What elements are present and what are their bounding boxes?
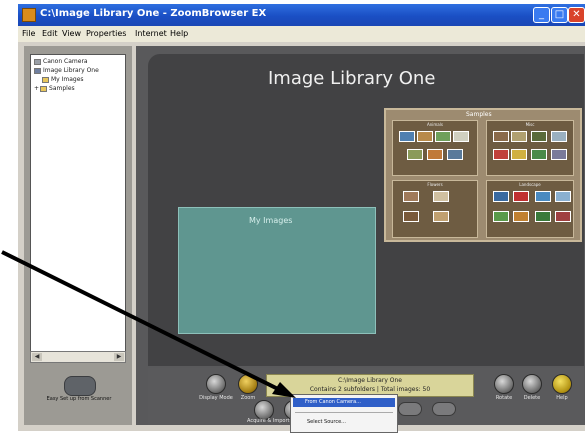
tree-item-my-images[interactable]: My Images xyxy=(42,76,84,84)
menu-file[interactable]: File xyxy=(22,29,35,38)
subfolder-label: Misc xyxy=(525,122,535,127)
thumbnail[interactable] xyxy=(403,191,419,202)
thumbnail[interactable] xyxy=(535,211,551,222)
thumbnail[interactable] xyxy=(511,131,527,142)
tree-item-camera[interactable]: Canon Camera xyxy=(34,58,88,66)
tree-item-label: My Images xyxy=(51,76,84,83)
tree-item-library[interactable]: Image Library One xyxy=(34,67,99,75)
menu-item-select-source[interactable]: Select Source... xyxy=(293,418,395,427)
thumbnail[interactable] xyxy=(511,149,527,160)
menu-view[interactable]: View xyxy=(62,29,81,38)
zoom-button[interactable] xyxy=(238,374,258,394)
help-label: Help xyxy=(556,395,568,401)
thumbnail[interactable] xyxy=(399,131,415,142)
my-images-label: My Images xyxy=(249,216,293,225)
thumbnail[interactable] xyxy=(513,211,529,222)
status-path: C:\Image Library One xyxy=(337,377,403,384)
thumbnail[interactable] xyxy=(403,211,419,222)
subfolder-animals[interactable]: Animals xyxy=(392,120,478,176)
thumbnail[interactable] xyxy=(513,191,529,202)
folder-tree[interactable]: Canon Camera Image Library One My Images… xyxy=(30,54,126,354)
thumbnail[interactable] xyxy=(493,191,509,202)
edit-button[interactable] xyxy=(398,402,422,416)
maximize-button[interactable]: □ xyxy=(551,7,568,23)
thumbnail[interactable] xyxy=(417,131,433,142)
easy-setup-label: Easy Set up from Scanner xyxy=(46,396,112,402)
window-title: C:\Image Library One - ZoomBrowser EX xyxy=(40,8,267,19)
browser-area: Image Library One Samples Animals Misc F… xyxy=(136,46,585,425)
scroll-left-icon[interactable]: ◀ xyxy=(32,353,42,361)
thumbnail[interactable] xyxy=(493,149,509,160)
tree-item-samples[interactable]: + Samples xyxy=(34,85,75,93)
help-button[interactable] xyxy=(552,374,572,394)
tree-scrollbar[interactable]: ◀ ▶ xyxy=(30,351,126,363)
export-button[interactable] xyxy=(432,402,456,416)
thumbnail[interactable] xyxy=(433,191,449,202)
samples-folder[interactable]: Samples Animals Misc Flowers Landscape xyxy=(384,108,582,242)
thumbnail[interactable] xyxy=(407,149,423,160)
thumbnail[interactable] xyxy=(435,131,451,142)
menu-properties[interactable]: Properties xyxy=(86,29,126,38)
thumbnail[interactable] xyxy=(551,131,567,142)
tree-item-label: Image Library One xyxy=(43,67,99,74)
image-library-view[interactable]: Image Library One Samples Animals Misc F… xyxy=(148,54,584,366)
my-images-folder[interactable]: My Images xyxy=(178,207,376,334)
rotate-button[interactable] xyxy=(494,374,514,394)
thumbnail[interactable] xyxy=(555,191,571,202)
subfolder-label: Animals xyxy=(427,122,443,127)
easy-setup-button[interactable] xyxy=(64,376,96,396)
scroll-right-icon[interactable]: ▶ xyxy=(114,353,124,361)
folder-icon xyxy=(42,76,49,83)
acquire-button[interactable] xyxy=(254,400,274,420)
thumbnail[interactable] xyxy=(433,211,449,222)
menu-bar: File Edit View Properties Internet Help xyxy=(18,26,585,42)
delete-button[interactable] xyxy=(522,374,542,394)
thumbnail[interactable] xyxy=(551,149,567,160)
menu-internet[interactable]: Internet xyxy=(135,29,167,38)
acquire-label: Acquire & Import xyxy=(247,418,290,424)
thumbnail[interactable] xyxy=(453,131,469,142)
status-summary: Contains 2 subfolders | Total images: 50 xyxy=(309,386,431,393)
thumbnail[interactable] xyxy=(535,191,551,202)
folder-icon xyxy=(40,85,48,92)
subfolder-landscape[interactable]: Landscape xyxy=(486,180,574,238)
acquire-context-menu: From Canon Camera... Select Source... xyxy=(290,394,398,433)
thumbnail[interactable] xyxy=(555,211,571,222)
tree-item-label: Samples xyxy=(49,85,75,92)
thumbnail[interactable] xyxy=(493,211,509,222)
library-title: Image Library One xyxy=(268,68,436,89)
thumbnail[interactable] xyxy=(447,149,463,160)
app-icon xyxy=(22,8,36,22)
camera-icon xyxy=(34,58,41,65)
tree-item-label: Canon Camera xyxy=(43,58,88,65)
samples-folder-label: Samples xyxy=(466,111,492,118)
app-window: C:\Image Library One - ZoomBrowser EX _ … xyxy=(18,4,585,431)
menu-edit[interactable]: Edit xyxy=(42,29,58,38)
close-button[interactable]: ✕ xyxy=(568,7,585,23)
subfolder-misc[interactable]: Misc xyxy=(486,120,574,176)
subfolder-flowers[interactable]: Flowers xyxy=(392,180,478,238)
delete-label: Delete xyxy=(523,395,541,401)
display-mode-button[interactable] xyxy=(206,374,226,394)
thumbnail[interactable] xyxy=(531,149,547,160)
menu-separator xyxy=(295,412,393,413)
subfolder-label: Landscape xyxy=(519,182,541,187)
thumbnail[interactable] xyxy=(493,131,509,142)
minimize-button[interactable]: _ xyxy=(533,7,550,23)
menu-help[interactable]: Help xyxy=(170,29,188,38)
subfolder-label: Flowers xyxy=(427,182,443,187)
folder-panel: Canon Camera Image Library One My Images… xyxy=(24,46,132,425)
thumbnail[interactable] xyxy=(427,149,443,160)
library-icon xyxy=(34,67,41,74)
title-bar[interactable]: C:\Image Library One - ZoomBrowser EX _ … xyxy=(18,4,585,26)
menu-item-from-canon-camera[interactable]: From Canon Camera... xyxy=(293,398,395,407)
display-mode-label: Display Mode xyxy=(199,395,233,401)
thumbnail[interactable] xyxy=(531,131,547,142)
expand-icon[interactable]: + xyxy=(34,85,39,92)
